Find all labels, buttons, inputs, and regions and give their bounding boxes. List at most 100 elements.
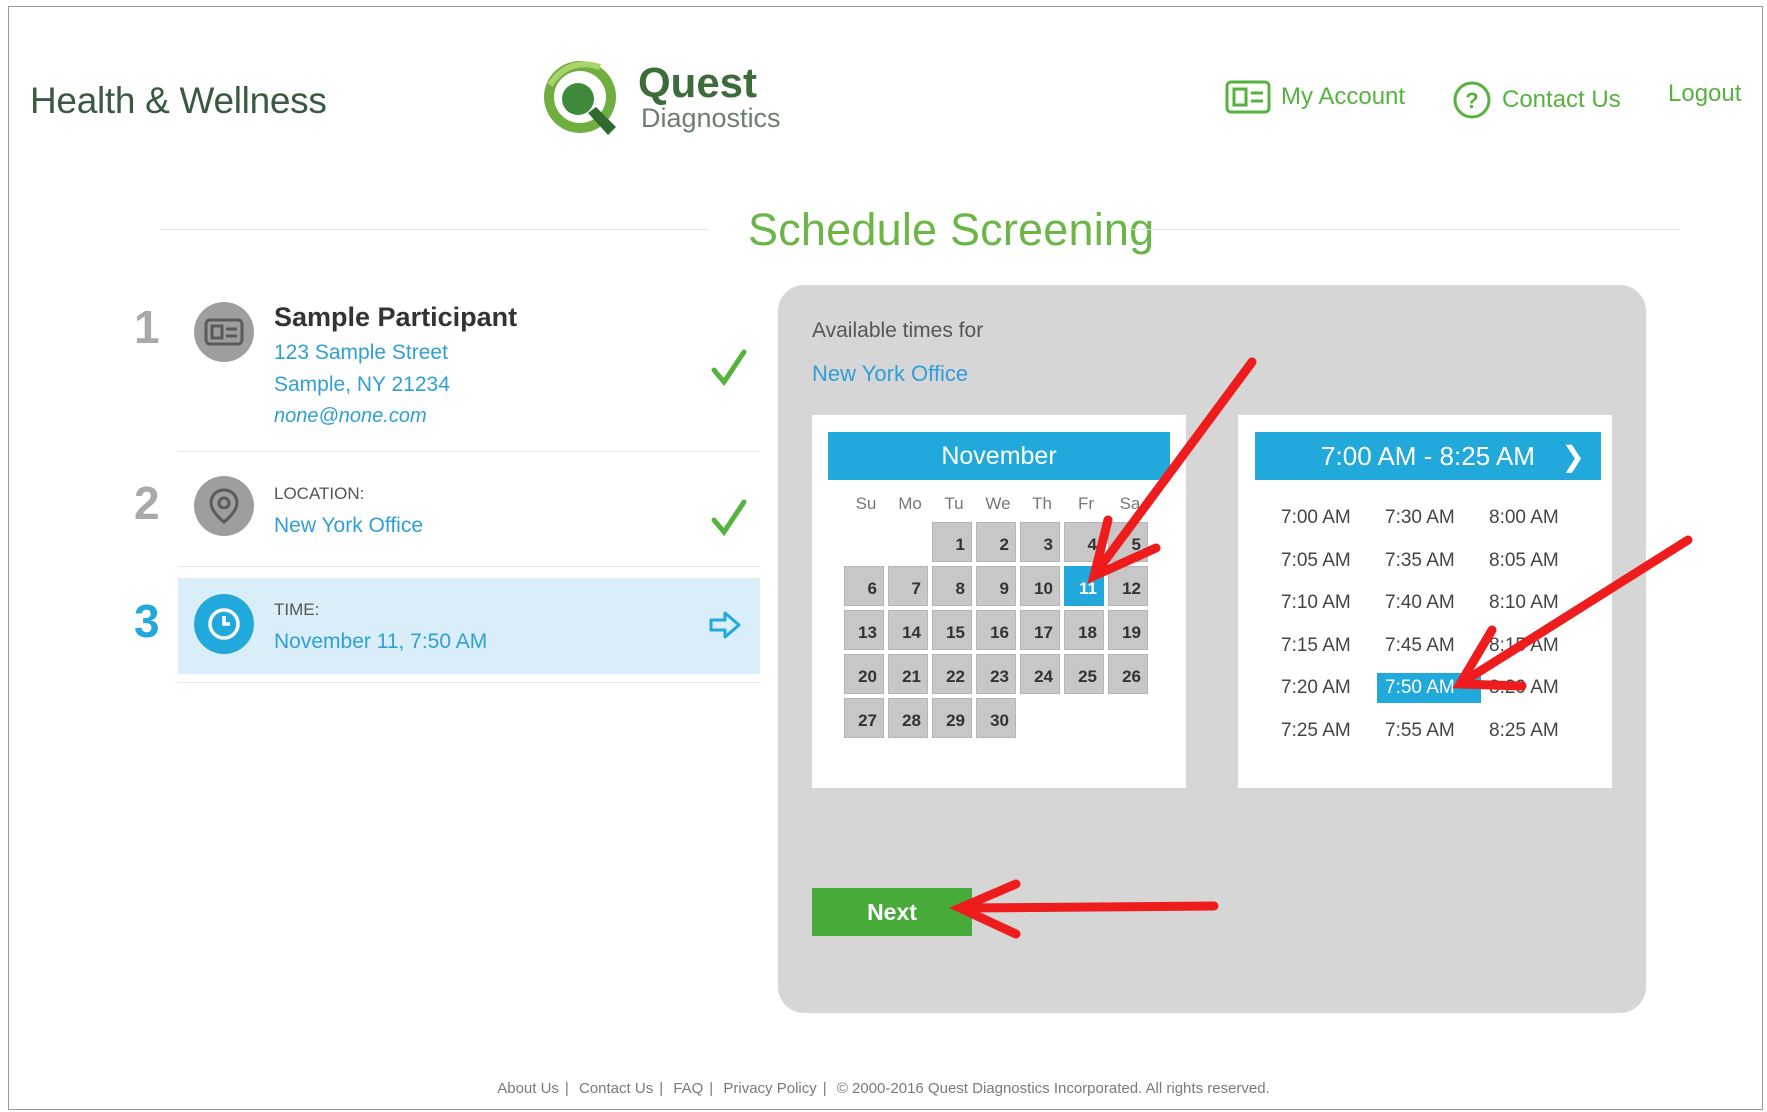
time-slot[interactable]: 8:25 AM [1481,716,1585,746]
step-location[interactable]: 2 LOCATION: New York Office [134,474,760,564]
calendar-day[interactable]: 21 [888,654,928,694]
calendar-day[interactable]: 9 [976,566,1016,606]
participant-address-line2: Sample, NY 21234 [274,373,450,396]
calendar-day[interactable]: 13 [844,610,884,650]
footer-link-about[interactable]: About Us [497,1080,559,1097]
time-slot[interactable]: 7:10 AM [1273,588,1377,618]
step-time[interactable]: 3 TIME: November 11, 7:50 AM [134,578,760,674]
time-slot[interactable]: 8:20 AM [1481,673,1585,703]
calendar-day[interactable]: 29 [932,698,972,738]
time-value: November 11, 7:50 AM [274,630,488,653]
step-divider [178,451,760,452]
participant-name: Sample Participant [274,302,518,332]
calendar-day[interactable]: 6 [844,566,884,606]
calendar-day[interactable]: 26 [1108,654,1148,694]
available-times-label: Available times for [812,319,984,342]
calendar-day[interactable]: 7 [888,566,928,606]
time-slot[interactable]: 8:00 AM [1481,503,1585,533]
id-card-icon [204,318,244,346]
time-slot[interactable]: 8:15 AM [1481,631,1585,661]
calendar-month: November [828,432,1170,480]
time-details: TIME: November 11, 7:50 AM [274,600,487,654]
calendar-day[interactable]: 15 [932,610,972,650]
time-slot[interactable]: 7:45 AM [1377,631,1481,661]
time-slot[interactable]: 7:00 AM [1273,503,1377,533]
contact-us-link[interactable]: ? Contact Us [1452,80,1621,120]
step-number: 3 [134,595,160,647]
arrow-right-icon [709,611,741,639]
time-picker: 7:00 AM - 8:25 AM ❯ 7:00 AM 7:30 AM 8:00 A… [1238,415,1612,788]
calendar-day[interactable]: 12 [1108,566,1148,606]
chevron-right-icon[interactable]: ❯ [1562,440,1585,473]
weekday-label: Fr [1077,494,1095,513]
footer-link-faq[interactable]: FAQ [673,1080,703,1097]
calendar-day[interactable]: 8 [932,566,972,606]
footer-link-contact[interactable]: Contact Us [579,1080,653,1097]
question-circle-icon: ? [1453,81,1491,119]
quest-logo-icon [544,61,616,135]
participant-address-line1: 123 Sample Street [274,341,448,364]
calendar-day[interactable]: 4 [1064,522,1104,562]
calendar-day[interactable]: 27 [844,698,884,738]
calendar-day[interactable]: 23 [976,654,1016,694]
brand-title[interactable]: Health & Wellness [30,80,327,122]
step-number: 2 [134,477,160,529]
time-slot[interactable]: 7:15 AM [1273,631,1377,661]
weekday-label: Sa [1119,494,1141,513]
time-slots: 7:00 AM 7:30 AM 8:00 AM 7:05 AM 7:35 AM 8:05 … [1273,503,1585,758]
time-range-label: 7:00 AM - 8:25 AM [1321,440,1535,471]
time-slot[interactable]: 7:30 AM [1377,503,1481,533]
time-slot[interactable]: 7:55 AM [1377,716,1481,746]
calendar-day[interactable]: 19 [1108,610,1148,650]
footer-copyright: © 2000-2016 Quest Diagnostics Incorporat… [836,1080,1270,1097]
calendar-grid: 1 2 3 4 5 6 7 8 9 10 11 12 13 14 15 16 17 18 19 20 21 22 23 24 2… [844,522,1148,738]
calendar-day[interactable]: 3 [1020,522,1060,562]
calendar-day[interactable]: 17 [1020,610,1060,650]
step-number: 1 [134,301,160,353]
time-slot-selected[interactable]: 7:50 AM [1377,673,1481,703]
time-slot[interactable]: 7:40 AM [1377,588,1481,618]
weekday-label: We [985,494,1011,513]
calendar-day[interactable]: 16 [976,610,1016,650]
my-account-label: My Account [1281,83,1406,110]
contact-us-label: Contact Us [1502,86,1621,113]
calendar-day[interactable]: 14 [888,610,928,650]
participant-avatar [194,302,254,362]
my-account-link[interactable]: My Account [1225,80,1405,114]
availability-panel: Available times for New York Office Nove… [778,285,1646,1013]
calendar-day[interactable]: 5 [1108,522,1148,562]
time-range-header: 7:00 AM - 8:25 AM ❯ [1255,432,1601,480]
logout-link[interactable]: Logout [1668,80,1741,108]
footer: About Us | Contact Us | FAQ | Privacy Polic… [497,1080,1270,1097]
next-button[interactable]: Next [812,888,972,936]
check-icon [711,349,747,387]
time-slot[interactable]: 7:35 AM [1377,546,1481,576]
calendar-day[interactable]: 18 [1064,610,1104,650]
calendar-day[interactable]: 2 [976,522,1016,562]
participant-details: Sample Participant 123 Sample Street Sam… [274,302,517,428]
time-slot[interactable]: 7:20 AM [1273,673,1377,703]
weekday-label: Mo [898,494,922,513]
calendar-day[interactable]: 25 [1064,654,1104,694]
time-slot[interactable]: 7:05 AM [1273,546,1377,576]
calendar-day[interactable]: 22 [932,654,972,694]
available-location[interactable]: New York Office [812,361,968,387]
time-slot[interactable]: 8:10 AM [1481,588,1585,618]
footer-link-privacy[interactable]: Privacy Policy [723,1080,816,1097]
calendar-day[interactable]: 20 [844,654,884,694]
quest-logo[interactable]: Quest Diagnostics [538,55,808,145]
calendar-day[interactable]: 30 [976,698,1016,738]
calendar-day[interactable]: 24 [1020,654,1060,694]
time-slot[interactable]: 8:05 AM [1481,546,1585,576]
id-card-icon [1225,80,1271,114]
weekday-label: Su [855,494,877,513]
calendar-day[interactable]: 1 [932,522,972,562]
weekday-label: Tu [944,494,964,513]
weekday-label: Th [1032,494,1052,513]
calendar-blank [888,522,928,562]
calendar-day-selected[interactable]: 11 [1064,566,1104,606]
time-slot[interactable]: 7:25 AM [1273,716,1377,746]
calendar-day[interactable]: 28 [888,698,928,738]
step-divider [178,682,760,683]
calendar-day[interactable]: 10 [1020,566,1060,606]
